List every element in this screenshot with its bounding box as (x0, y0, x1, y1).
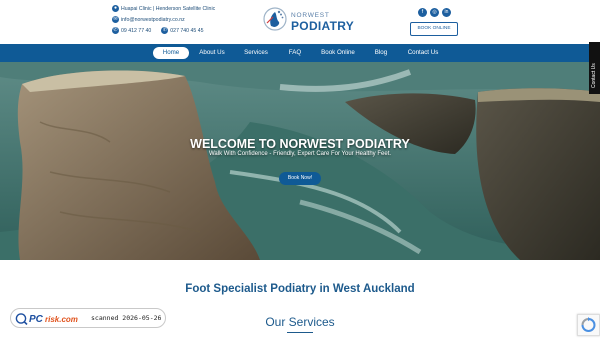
side-tab-label: Contact Us (591, 63, 597, 88)
main-nav: Home About Us Services FAQ Book Online B… (0, 44, 600, 62)
contact-info: ● Huapai Clinic | Henderson Satellite Cl… (112, 3, 215, 36)
nav-about-us[interactable]: About Us (195, 47, 229, 59)
book-now-button[interactable]: Book Now! (279, 172, 321, 185)
logo-text-bottom: PODIATRY (291, 19, 355, 33)
location-pin-icon: ● (112, 5, 119, 12)
hero-banner: WELCOME TO NORWEST PODIATRY Walk With Co… (0, 62, 600, 260)
nav-blog[interactable]: Blog (370, 47, 392, 59)
contact-us-side-tab[interactable]: Contact Us (589, 42, 600, 94)
recaptcha-icon (581, 317, 596, 332)
mobile-group: ✆ 027 740 45 45 (161, 27, 203, 34)
social-links: f ◎ in (418, 8, 451, 17)
logo-foot-icon (263, 7, 287, 31)
hero-background-image (0, 62, 600, 260)
email-row[interactable]: ✉ info@norwestpodiatry.co.nz (112, 14, 215, 25)
clinics-row[interactable]: ● Huapai Clinic | Henderson Satellite Cl… (112, 3, 215, 14)
nav-contact-us[interactable]: Contact Us (403, 47, 443, 59)
instagram-icon[interactable]: ◎ (430, 8, 439, 17)
nav-home[interactable]: Home (153, 47, 189, 59)
scan-date-text: scanned 2026-05-26 (91, 314, 162, 322)
hero-title: WELCOME TO NORWEST PODIATRY (190, 137, 410, 151)
pcrisk-risk-text: risk.com (45, 315, 78, 324)
nav-services[interactable]: Services (240, 47, 272, 59)
book-online-button[interactable]: BOOK ONLINE (410, 22, 458, 36)
phone-link-2[interactable]: 027 740 45 45 (170, 28, 203, 34)
header-bar: ● Huapai Clinic | Henderson Satellite Cl… (0, 0, 600, 44)
facebook-icon[interactable]: f (418, 8, 427, 17)
envelope-icon: ✉ (112, 16, 119, 23)
phone-icon: ✆ (112, 27, 119, 34)
pcrisk-pc-text: PC (29, 314, 44, 325)
scan-badge: PC risk.com scanned 2026-05-26 (10, 308, 166, 328)
clinics-text[interactable]: Huapai Clinic | Henderson Satellite Clin… (121, 6, 215, 12)
recaptcha-badge[interactable] (577, 314, 600, 336)
phone-icon: ✆ (161, 27, 169, 34)
pcrisk-logo: PC risk.com (15, 313, 78, 325)
site-logo[interactable]: NORWEST PODIATRY (262, 6, 354, 34)
linkedin-icon[interactable]: in (442, 8, 451, 17)
phone-link-1[interactable]: 09 412 77 40 (121, 28, 151, 34)
phones-row: ✆ 09 412 77 40 ✆ 027 740 45 45 (112, 25, 215, 36)
hero-subtitle: Walk With Confidence - Friendly, Expert … (208, 151, 392, 157)
page-heading: Foot Specialist Podiatry in West Aucklan… (185, 283, 415, 295)
email-link[interactable]: info@norwestpodiatry.co.nz (121, 17, 185, 23)
nav-book-online[interactable]: Book Online (317, 47, 359, 59)
logo-text-top: NORWEST (291, 12, 330, 19)
nav-faq[interactable]: FAQ (284, 47, 306, 59)
services-divider (287, 332, 313, 333)
